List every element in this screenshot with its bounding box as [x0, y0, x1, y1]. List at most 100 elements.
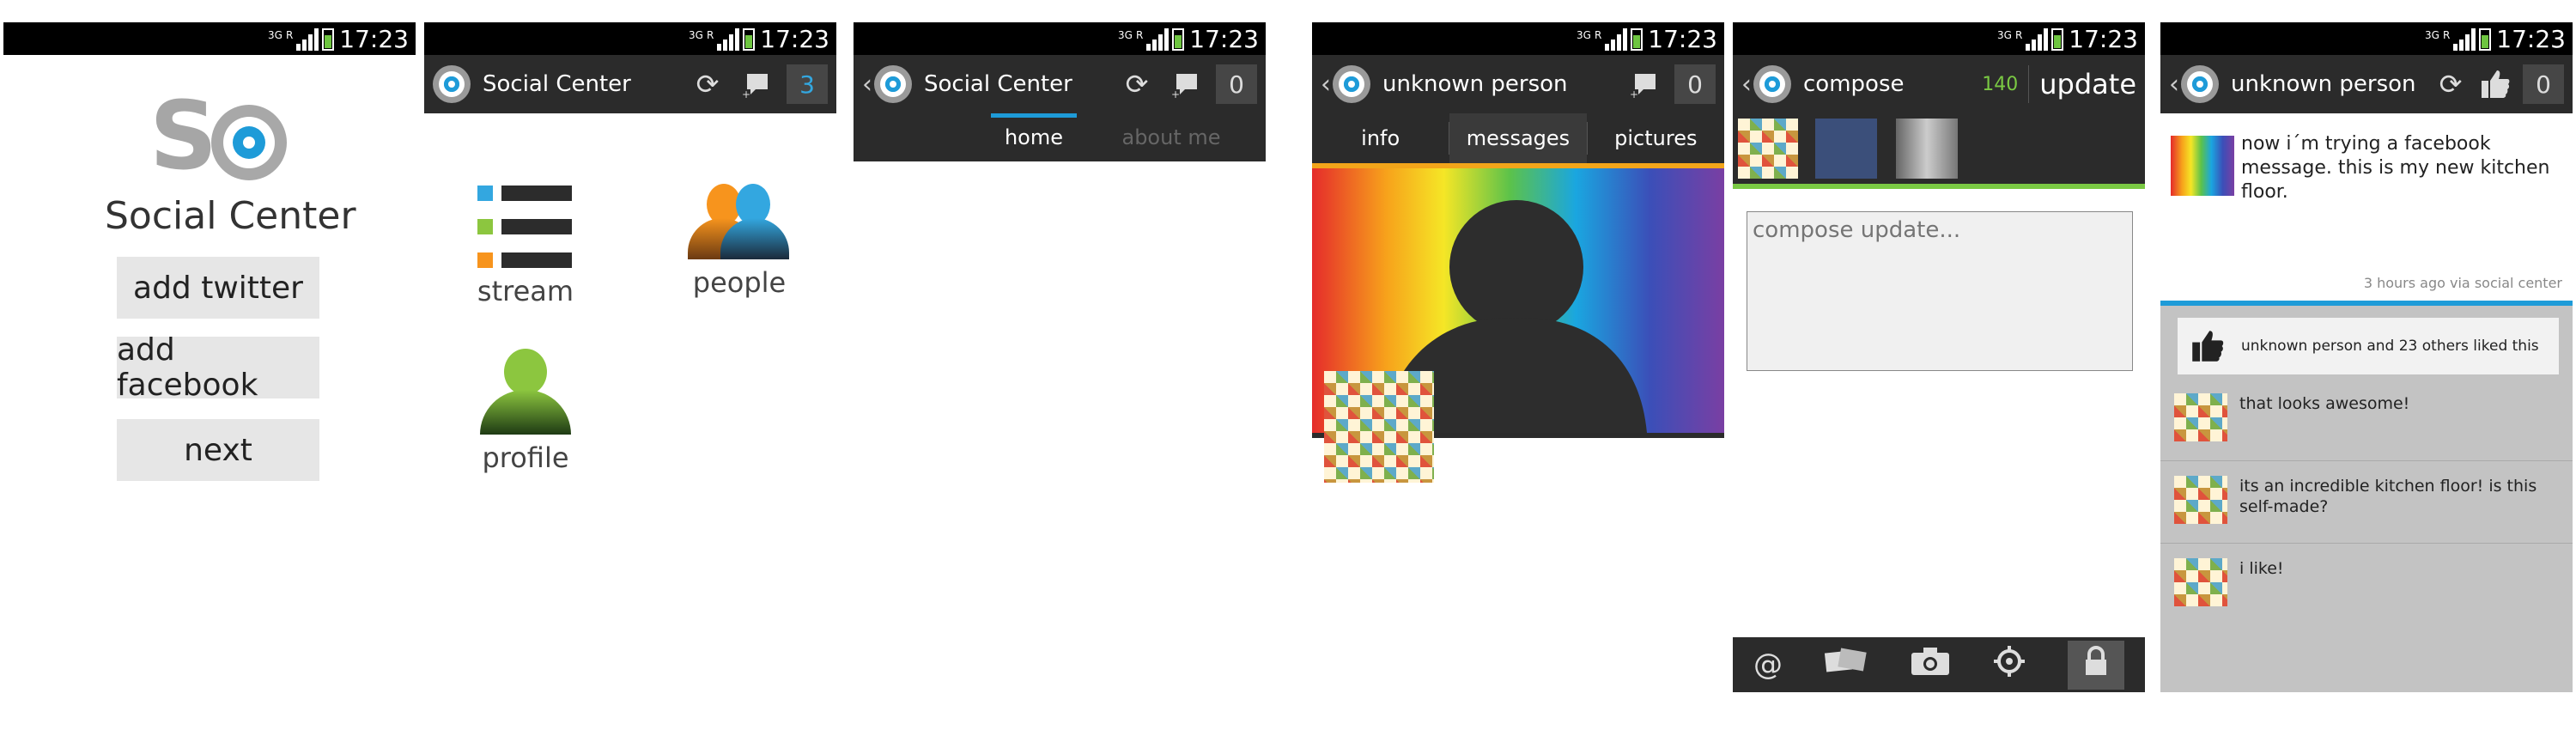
- refresh-icon[interactable]: ⟳: [2433, 67, 2468, 101]
- tab-pictures[interactable]: pictures: [1588, 113, 1724, 163]
- clock: 17:23: [2496, 24, 2566, 53]
- splash-screen: 3G R 17:23 S Social Center add twitter a…: [3, 22, 416, 692]
- comment-item: that looks awesome!: [2174, 393, 2559, 441]
- network-type: 3G: [268, 29, 283, 41]
- screen-title: Social Center: [483, 71, 631, 97]
- lock-icon[interactable]: [2068, 640, 2124, 690]
- profile-tile[interactable]: profile: [474, 349, 577, 474]
- comment-text: that looks awesome!: [2239, 394, 2410, 413]
- tab-about-me[interactable]: about me: [1077, 113, 1266, 161]
- svg-text:+: +: [1630, 88, 1638, 100]
- refresh-icon[interactable]: ⟳: [1120, 67, 1154, 101]
- like-icon[interactable]: [2478, 67, 2512, 101]
- logo-icon[interactable]: [1333, 65, 1370, 103]
- action-bar: ‹ unknown person ⟳ 0: [2160, 55, 2573, 113]
- logo-icon[interactable]: [2181, 65, 2219, 103]
- battery-icon: [322, 28, 335, 51]
- compose-icon[interactable]: +: [1168, 67, 1202, 101]
- battery-icon: [1631, 28, 1643, 51]
- roaming-indicator: R: [1594, 29, 1602, 41]
- comment-text: i like!: [2239, 559, 2284, 578]
- battery-icon: [743, 28, 756, 51]
- at-icon[interactable]: @: [1753, 648, 1783, 682]
- likes-bar[interactable]: unknown person and 23 others liked this: [2178, 318, 2559, 374]
- notification-counter[interactable]: 0: [2523, 64, 2564, 104]
- logo-icon[interactable]: [433, 65, 471, 103]
- tab-spacer: [854, 113, 991, 161]
- next-button[interactable]: next: [117, 419, 319, 481]
- clock: 17:23: [2069, 24, 2138, 53]
- action-bar: ‹ compose 140 update: [1733, 55, 2145, 113]
- message-text: now i´m trying a facebook message. this …: [2241, 133, 2550, 203]
- status-bar: 3G R 17:23: [1733, 22, 2145, 55]
- commenter-avatar[interactable]: [2174, 558, 2227, 606]
- profile-label: profile: [482, 441, 569, 474]
- message-photo[interactable]: [2171, 136, 2234, 196]
- battery-icon: [1172, 28, 1185, 51]
- commenter-avatar[interactable]: [2174, 476, 2227, 524]
- facebook-page-avatar[interactable]: [1815, 119, 1877, 179]
- tab-bar: info messages pictures: [1312, 113, 1724, 163]
- camera-icon[interactable]: [1910, 646, 1951, 684]
- commenter-avatar[interactable]: [2174, 393, 2227, 441]
- notification-counter[interactable]: 3: [787, 64, 828, 104]
- stream-icon: [477, 186, 574, 268]
- refresh-icon[interactable]: ⟳: [690, 67, 725, 101]
- stream-label: stream: [477, 275, 574, 307]
- profile-icon: [478, 349, 573, 435]
- back-icon[interactable]: ‹: [1321, 70, 1331, 100]
- people-label: people: [692, 266, 787, 299]
- compose-icon[interactable]: +: [1626, 67, 1661, 101]
- notification-counter[interactable]: 0: [1216, 64, 1257, 104]
- location-icon[interactable]: [1992, 644, 2026, 686]
- person-screen: 3G R 17:23 ‹ unknown person + 0 info mes…: [1312, 22, 1724, 692]
- char-counter: 140: [1982, 73, 2019, 95]
- comment-item: i like!: [2174, 558, 2559, 606]
- roaming-indicator: R: [1135, 29, 1144, 41]
- signal-icon: [1146, 28, 1170, 51]
- notification-counter[interactable]: 0: [1674, 64, 1716, 104]
- action-bar: ‹ unknown person + 0: [1312, 55, 1724, 113]
- tab-messages[interactable]: messages: [1449, 113, 1587, 163]
- logo-icon[interactable]: [874, 65, 912, 103]
- tab-home[interactable]: home: [991, 113, 1077, 161]
- action-bar: Social Center ⟳ + 3: [424, 55, 836, 113]
- network-type: 3G: [1997, 29, 2012, 41]
- add-facebook-button[interactable]: add facebook: [117, 332, 319, 403]
- roaming-indicator: R: [285, 29, 294, 41]
- roaming-indicator: R: [2014, 29, 2023, 41]
- comment-text: its an incredible kitchen floor! is this…: [2239, 477, 2537, 516]
- back-icon[interactable]: ‹: [1741, 70, 1752, 100]
- twitter-account-avatar[interactable]: [1896, 119, 1958, 179]
- signal-icon: [2026, 28, 2049, 51]
- add-twitter-button[interactable]: add twitter: [117, 257, 319, 319]
- stream-tile[interactable]: stream: [474, 186, 577, 307]
- update-button[interactable]: update: [2039, 68, 2136, 100]
- signal-icon: [2453, 28, 2476, 51]
- logo-icon[interactable]: [1753, 65, 1791, 103]
- facebook-account-avatar[interactable]: [1738, 119, 1798, 179]
- home-screen: 3G R 17:23 ‹ Social Center ⟳ + 0 home ab…: [854, 22, 1266, 692]
- screen-title: compose: [1803, 71, 1905, 97]
- tab-info[interactable]: info: [1312, 113, 1449, 163]
- app-logo: S: [149, 88, 287, 186]
- message-screen: 3G R 17:23 ‹ unknown person ⟳ 0 now i´m …: [2160, 22, 2573, 692]
- status-bar: 3G R 17:23: [854, 22, 1266, 55]
- account-strip: [1733, 113, 2145, 189]
- clock: 17:23: [760, 24, 829, 53]
- status-bar: 3G R 17:23: [424, 22, 836, 55]
- avatar[interactable]: [1324, 371, 1434, 483]
- compose-textarea[interactable]: [1747, 211, 2133, 371]
- clock: 17:23: [1189, 24, 1259, 53]
- status-bar: 3G R 17:23: [3, 22, 416, 55]
- compose-icon[interactable]: +: [738, 67, 773, 101]
- back-icon[interactable]: ‹: [862, 70, 872, 100]
- status-bar: 3G R 17:23: [2160, 22, 2573, 55]
- like-icon: [2192, 331, 2224, 362]
- attach-icon[interactable]: [1824, 647, 1868, 684]
- action-bar: ‹ Social Center ⟳ + 0: [854, 55, 1266, 113]
- roaming-indicator: R: [706, 29, 714, 41]
- back-icon[interactable]: ‹: [2169, 70, 2179, 100]
- network-type: 3G: [1577, 29, 1591, 41]
- people-tile[interactable]: people: [683, 180, 795, 299]
